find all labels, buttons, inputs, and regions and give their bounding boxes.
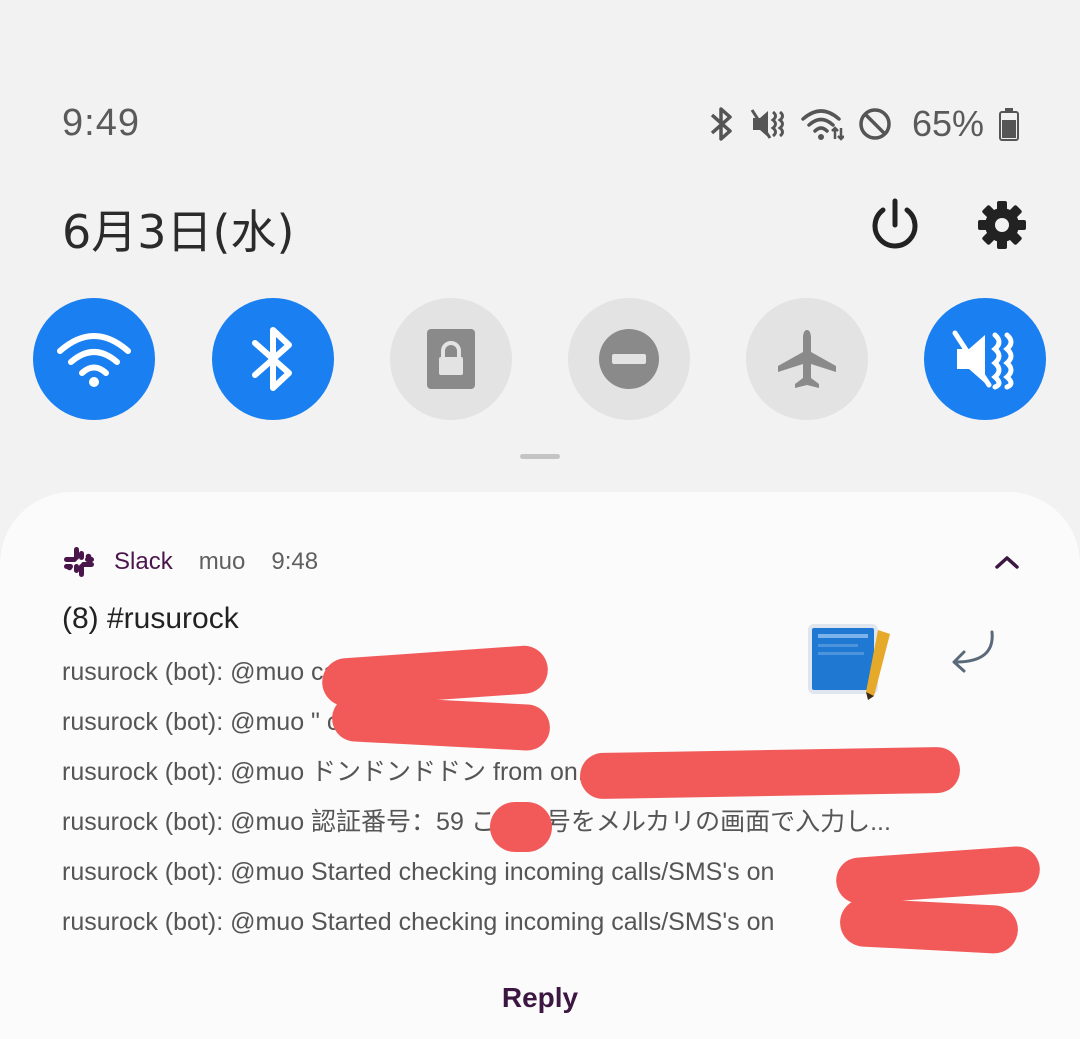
status-clock: 9:49 [62, 102, 140, 144]
battery-icon [999, 108, 1019, 141]
power-icon[interactable] [866, 196, 924, 254]
do-not-disturb-icon [599, 329, 659, 389]
settings-icon[interactable] [975, 198, 1029, 252]
redaction-mark [838, 897, 1020, 955]
do-not-disturb-icon [859, 108, 891, 140]
account-name: muo [198, 548, 246, 575]
airplane-icon [778, 330, 836, 388]
tile-airplane[interactable] [746, 298, 868, 420]
redaction-mark [490, 802, 552, 852]
bluetooth-icon [710, 107, 732, 141]
date-label: 6月3日(水) [62, 205, 295, 259]
notification-header: Slack muo 9:48 [62, 544, 344, 580]
reply-arrow-icon[interactable] [948, 628, 998, 674]
conversation-title: (8) #rusurock [62, 602, 239, 635]
status-bar: 9:49 65% [0, 96, 1080, 156]
status-icons: 65% [708, 100, 1020, 148]
tile-do-not-disturb[interactable] [568, 298, 690, 420]
tile-bluetooth[interactable] [212, 298, 334, 420]
tile-screen-lock[interactable] [390, 298, 512, 420]
battery-percentage: 65% [911, 103, 984, 144]
chevron-up-icon[interactable] [990, 548, 1024, 576]
reply-button[interactable]: Reply [480, 982, 600, 1022]
tile-wifi[interactable] [33, 298, 155, 420]
redaction-mark [579, 746, 961, 800]
wifi-icon [57, 333, 131, 387]
wifi-icon [801, 109, 844, 141]
tile-sound-mode[interactable] [924, 298, 1046, 420]
slack-notification-card[interactable]: Slack muo 9:48 (8) #rusurock rusurock (b… [0, 492, 1080, 1039]
vibrate-mute-icon [750, 109, 784, 139]
date-row: 6月3日(水) [0, 190, 1080, 260]
lock-icon [427, 329, 475, 389]
vibrate-mute-icon [952, 330, 1014, 390]
panel-drag-handle[interactable] [520, 454, 560, 459]
bluetooth-icon [252, 327, 292, 391]
slack-logo-icon [64, 547, 94, 577]
notification-time: 9:48 [271, 548, 319, 575]
quick-settings-tiles [0, 298, 1080, 420]
app-name: Slack [114, 548, 173, 575]
notepad-thumbnail-icon [808, 624, 890, 700]
